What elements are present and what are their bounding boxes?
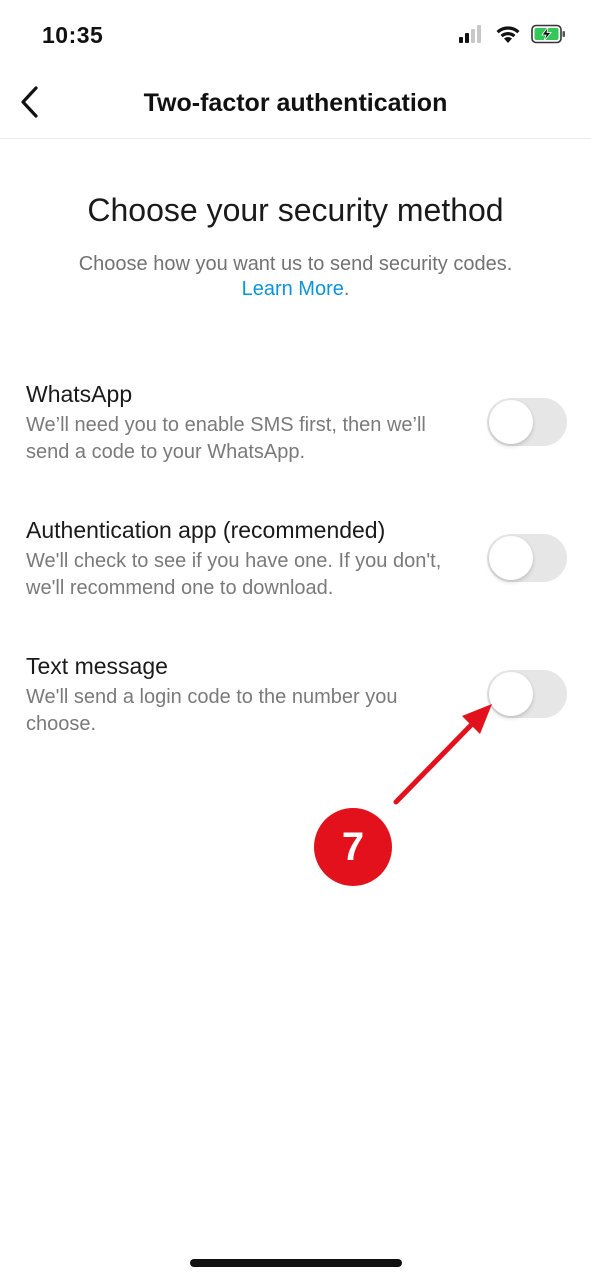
cellular-signal-icon	[459, 25, 485, 48]
page-title: Two-factor authentication	[143, 89, 448, 117]
status-time: 10:35	[42, 22, 104, 48]
learn-more-link[interactable]: Learn More	[242, 278, 344, 300]
toggle-knob	[489, 400, 533, 444]
whatsapp-toggle[interactable]	[487, 398, 567, 446]
nav-bar: Two-factor authentication	[0, 72, 591, 139]
learn-more-suffix: .	[343, 278, 350, 300]
status-bar: 10:35	[0, 0, 591, 72]
annotation-arrow-icon	[380, 690, 510, 825]
section-heading: Choose your security method	[87, 192, 504, 228]
authentication-app-toggle[interactable]	[487, 534, 567, 582]
wifi-icon	[495, 24, 521, 49]
option-title: Text message	[26, 653, 168, 679]
option-whatsapp: WhatsApp We’ll need you to enable SMS fi…	[26, 380, 567, 466]
toggle-knob	[489, 536, 533, 580]
subheading-text: Choose how you want us to send security …	[78, 253, 513, 275]
section-subheading: Choose how you want us to send security …	[30, 252, 561, 302]
battery-charging-icon	[531, 24, 567, 49]
status-icons	[459, 24, 567, 49]
option-title: Authentication app (recommended)	[26, 517, 386, 543]
option-description: We'll check to see if you have one. If y…	[26, 550, 442, 599]
home-indicator[interactable]	[190, 1259, 402, 1267]
option-authentication-app: Authentication app (recommended) We'll c…	[26, 516, 567, 602]
option-title: WhatsApp	[26, 381, 133, 407]
step-number-badge: 7	[314, 808, 392, 886]
screen: 10:35 Two-factor authentication Choose y…	[0, 0, 591, 1280]
option-description: We’ll need you to enable SMS first, then…	[26, 414, 426, 463]
